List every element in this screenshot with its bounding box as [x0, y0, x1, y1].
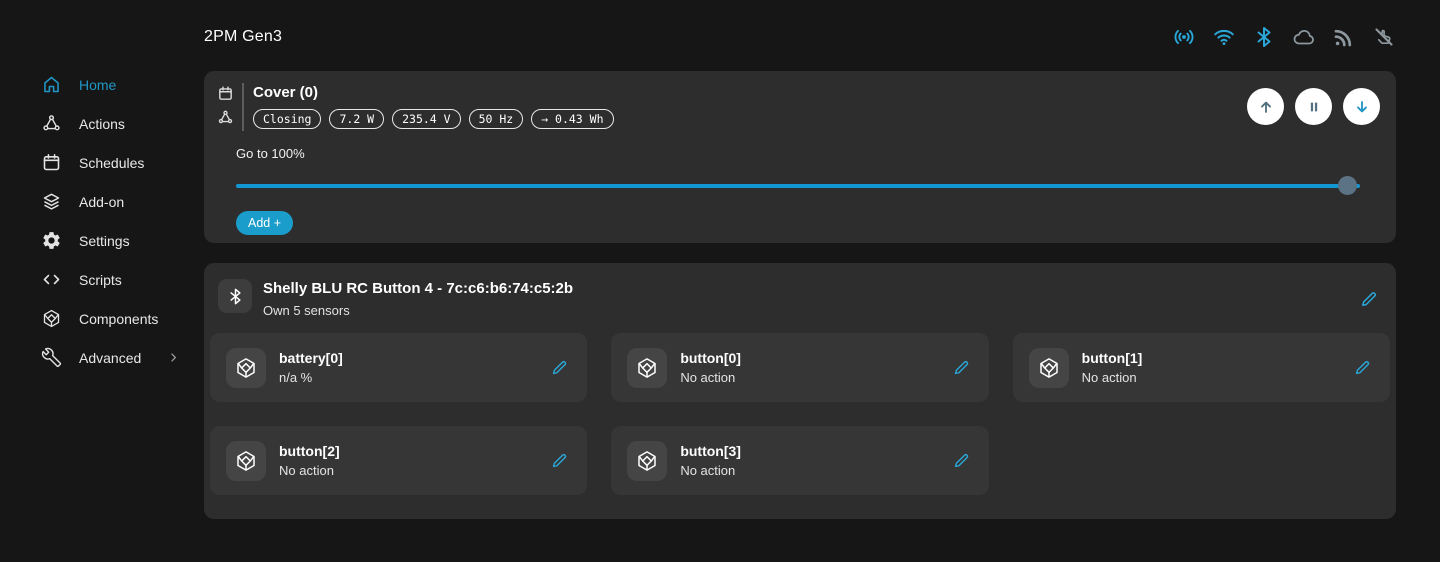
ble-device-card: Shelly BLU RC Button 4 - 7c:c6:b6:74:c5:…: [204, 263, 1396, 519]
ble-device-subtitle: Own 5 sensors: [263, 303, 573, 318]
component-cube-icon: [627, 348, 667, 388]
touch-disabled-icon: [1372, 25, 1396, 49]
layers-icon: [40, 191, 62, 213]
gear-icon: [40, 230, 62, 252]
edit-device-pencil-icon[interactable]: [1358, 288, 1380, 310]
arrow-down-icon: [1352, 97, 1372, 117]
sidebar-item-actions[interactable]: Actions: [40, 104, 204, 143]
close-button[interactable]: [1343, 88, 1380, 125]
arrow-up-icon: [1256, 97, 1276, 117]
edit-sensor-pencil-icon[interactable]: [1352, 357, 1374, 379]
sensor-name: button[2]: [279, 443, 340, 459]
schedule-shortcut-icon[interactable]: [217, 85, 234, 102]
component-cube-icon: [1029, 348, 1069, 388]
add-button[interactable]: Add +: [236, 211, 293, 235]
cloud-icon: [1292, 25, 1316, 49]
cover-card: Cover (0) Closing 7.2 W 235.4 V 50 Hz → …: [204, 71, 1396, 243]
component-cube-icon: [627, 441, 667, 481]
app-root: Home Actions Schedules Add-on Settings: [0, 0, 1440, 562]
sidebar-item-label: Advanced: [79, 350, 141, 366]
goto-position-label: Go to 100%: [236, 146, 1380, 161]
sidebar: Home Actions Schedules Add-on Settings: [0, 0, 204, 562]
sidebar-item-label: Actions: [79, 116, 125, 132]
stop-button[interactable]: [1295, 88, 1332, 125]
sensor-status: No action: [1082, 370, 1143, 385]
sensor-status: n/a %: [279, 370, 343, 385]
bluetooth-icon: [1252, 25, 1276, 49]
actions-shortcut-icon[interactable]: [217, 109, 234, 126]
ble-device-title: Shelly BLU RC Button 4 - 7c:c6:b6:74:c5:…: [263, 280, 573, 297]
cover-status-badges: Closing 7.2 W 235.4 V 50 Hz → 0.43 Wh: [253, 109, 614, 129]
voltage-badge: 235.4 V: [392, 109, 460, 129]
sidebar-item-components[interactable]: Components: [40, 299, 204, 338]
component-cube-icon: [226, 441, 266, 481]
sidebar-item-settings[interactable]: Settings: [40, 221, 204, 260]
frequency-badge: 50 Hz: [469, 109, 524, 129]
edit-sensor-pencil-icon[interactable]: [951, 450, 973, 472]
bluetooth-device-icon: [218, 279, 252, 313]
sidebar-item-addon[interactable]: Add-on: [40, 182, 204, 221]
sidebar-item-home[interactable]: Home: [40, 65, 204, 104]
sidebar-item-label: Scripts: [79, 272, 122, 288]
status-icons: [1172, 25, 1396, 49]
mqtt-rss-icon: [1332, 25, 1356, 49]
page-header: 2PM Gen3: [204, 0, 1396, 71]
cover-title: Cover (0): [253, 84, 614, 101]
sensor-grid: battery[0] n/a % button[0] No action: [210, 333, 1390, 495]
calendar-icon: [40, 152, 62, 174]
sidebar-item-label: Schedules: [79, 155, 144, 171]
divider: [242, 83, 244, 131]
sensor-tile-button-1: button[1] No action: [1013, 333, 1390, 402]
slider-thumb[interactable]: [1338, 176, 1357, 195]
main-content: 2PM Gen3: [204, 0, 1440, 562]
cover-shortcut-icons: [217, 83, 234, 126]
sidebar-item-advanced[interactable]: Advanced: [40, 338, 204, 377]
sensor-tile-button-3: button[3] No action: [611, 426, 988, 495]
code-icon: [40, 269, 62, 291]
power-badge: 7.2 W: [329, 109, 384, 129]
slider-track[interactable]: [236, 184, 1360, 189]
wrench-icon: [40, 347, 62, 369]
home-icon: [40, 74, 62, 96]
pause-icon: [1304, 97, 1324, 117]
sidebar-item-label: Components: [79, 311, 158, 327]
component-cube-icon: [226, 348, 266, 388]
components-cube-icon: [40, 308, 62, 330]
edit-sensor-pencil-icon[interactable]: [951, 357, 973, 379]
access-point-icon: [1172, 25, 1196, 49]
sensor-name: battery[0]: [279, 350, 343, 366]
page-title: 2PM Gen3: [204, 28, 282, 46]
sensor-tile-button-2: button[2] No action: [210, 426, 587, 495]
sensor-name: button[3]: [680, 443, 741, 459]
wifi-icon: [1212, 25, 1236, 49]
sensor-name: button[0]: [680, 350, 741, 366]
sensor-name: button[1]: [1082, 350, 1143, 366]
sensor-status: No action: [680, 463, 741, 478]
actions-icon: [40, 113, 62, 135]
edit-sensor-pencil-icon[interactable]: [549, 357, 571, 379]
sidebar-item-scripts[interactable]: Scripts: [40, 260, 204, 299]
sidebar-item-label: Add-on: [79, 194, 124, 210]
sensor-status: No action: [279, 463, 340, 478]
sidebar-item-label: Settings: [79, 233, 130, 249]
edit-sensor-pencil-icon[interactable]: [549, 450, 571, 472]
sidebar-item-schedules[interactable]: Schedules: [40, 143, 204, 182]
chevron-right-icon: [166, 350, 181, 365]
position-slider[interactable]: [236, 176, 1360, 195]
sensor-tile-battery-0: battery[0] n/a %: [210, 333, 587, 402]
sidebar-item-label: Home: [79, 77, 116, 93]
sensor-status: No action: [680, 370, 741, 385]
energy-badge: → 0.43 Wh: [531, 109, 613, 129]
cover-controls: [1247, 83, 1380, 125]
sensor-tile-button-0: button[0] No action: [611, 333, 988, 402]
status-badge: Closing: [253, 109, 321, 129]
open-button[interactable]: [1247, 88, 1284, 125]
